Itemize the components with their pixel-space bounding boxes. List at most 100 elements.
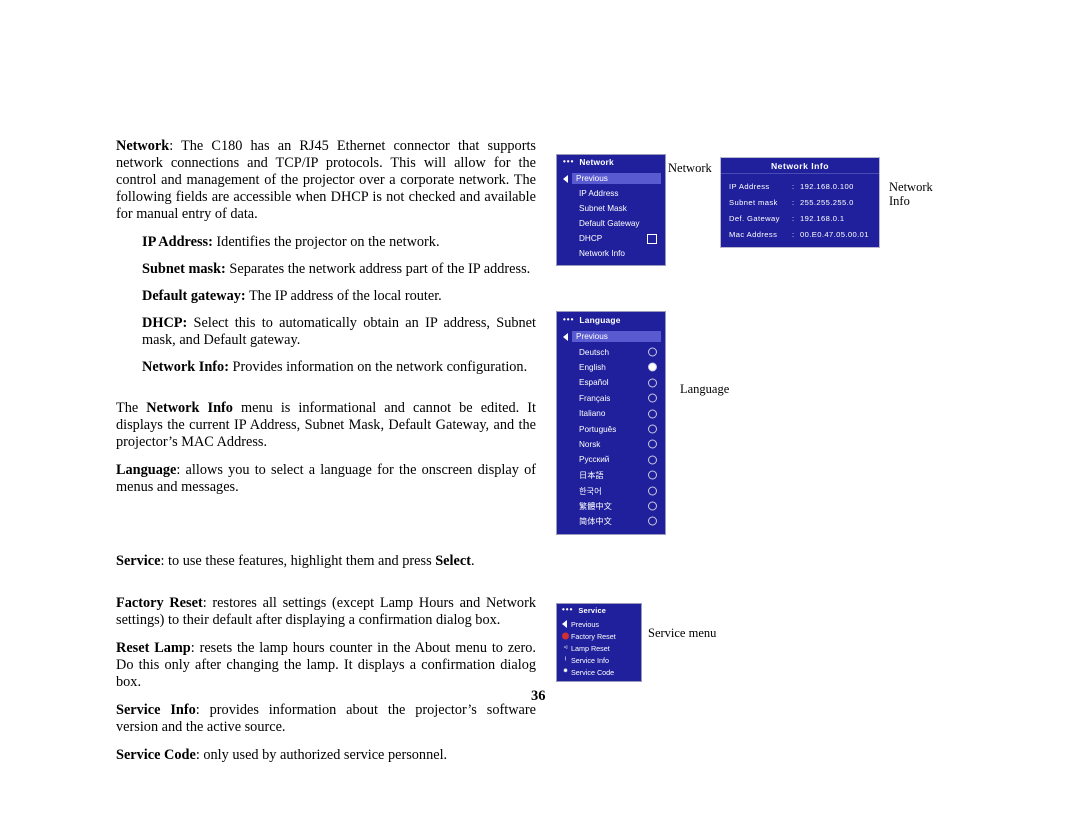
paragraph-ip-address-text: Identifies the projector on the network. [212,234,440,250]
paragraph-network-info-menu: The Network Info menu is informational a… [116,400,536,451]
term-network: Network [116,138,170,154]
language-option-russian-label: Русский [579,455,610,465]
language-option-espanol[interactable]: Español [557,375,665,390]
language-option-traditional-chinese[interactable]: 繁體中文 [557,498,665,513]
network-menu-item-previous[interactable]: Previous [572,173,661,184]
term-default-gateway: Default gateway: [142,288,246,304]
wrench-icon: ✹ [562,668,569,675]
network-menu-item-dhcp-label: DHCP [579,234,603,243]
paragraph-default-gateway: Default gateway: The IP address of the l… [142,288,536,305]
language-option-deutsch[interactable]: Deutsch [557,344,665,359]
language-option-korean[interactable]: 한국어 [557,483,665,498]
service-menu-item-factory-reset[interactable]: Factory Reset [557,630,641,642]
language-option-portugues[interactable]: Português [557,421,665,436]
dhcp-checkbox[interactable] [647,233,657,244]
language-option-norsk[interactable]: Norsk [557,437,665,452]
menu-dots-icon: ••• [563,314,575,324]
paragraph-network-info-text: Provides information on the network conf… [228,359,528,375]
language-option-francais[interactable]: Français [557,391,665,406]
language-menu-previous-row[interactable]: Previous [557,329,665,344]
language-option-italiano[interactable]: Italiano [557,406,665,421]
radio-icon[interactable] [648,424,657,434]
menu-dots-icon: ••• [562,605,574,614]
arrow-left-icon [563,174,568,183]
language-menu-item-previous[interactable]: Previous [572,331,661,343]
callout-network-info: Network Info [889,180,933,209]
term-subnet-mask: Subnet mask: [142,261,226,277]
radio-icon[interactable] [648,393,657,403]
network-menu-previous-row[interactable]: Previous [557,171,665,186]
language-option-traditional-chinese-label: 繁體中文 [579,501,612,511]
menu-dots-icon: ••• [563,157,575,166]
callout-service-menu: Service menu [648,626,717,640]
body-text-column: Network: The C180 has an RJ45 Ethernet c… [116,138,536,775]
network-info-row-mac-address: Mac Address : 00.E0.47.05.00.01 [721,226,879,242]
paragraph-network: Network: The C180 has an RJ45 Ethernet c… [116,138,536,223]
service-menu[interactable]: ••• Service Previous Factory Reset ⏿ Lam… [556,603,642,682]
service-menu-item-lamp-reset[interactable]: ⏿ Lamp Reset [557,642,641,654]
language-option-russian[interactable]: Русский [557,452,665,467]
language-menu-body: Previous Deutsch English Español Françai… [557,327,665,535]
network-menu-item-default-gateway-label: Default Gateway [579,219,640,228]
paragraph-ip-address: IP Address: Identifies the projector on … [142,234,536,251]
language-option-english[interactable]: English [557,360,665,375]
radio-selected-icon[interactable] [648,362,657,372]
page-number: 36 [531,688,546,704]
network-menu-item-dhcp[interactable]: DHCP [557,231,665,246]
service-menu-item-service-info[interactable]: i Service Info [557,654,641,666]
network-menu-item-default-gateway[interactable]: Default Gateway [557,216,665,231]
service-menu-item-previous[interactable]: Previous [571,620,599,629]
language-option-norsk-label: Norsk [579,439,601,449]
network-info-sep-3: : [792,229,795,239]
term-ip-address: IP Address: [142,234,213,250]
language-option-japanese[interactable]: 日本語 [557,468,665,483]
network-menu-item-network-info[interactable]: Network Info [557,246,665,261]
service-menu-previous-row[interactable]: Previous [557,618,641,630]
network-menu-item-ip-address-label: IP Address [579,189,619,198]
language-option-portugues-label: Português [579,424,617,434]
language-option-korean-label: 한국어 [579,486,602,496]
network-menu[interactable]: ••• Network Previous IP Address Subnet M… [556,154,666,266]
language-option-simplified-chinese[interactable]: 简体中文 [557,514,665,529]
radio-icon[interactable] [648,501,657,511]
network-menu-item-network-info-label: Network Info [579,249,625,258]
paragraph-service-text: : to use these features, highlight them … [160,553,436,569]
radio-icon[interactable] [648,470,657,480]
language-option-francais-label: Français [579,393,611,403]
network-info-sep-2: : [792,213,795,223]
language-option-english-label: English [579,362,606,372]
service-menu-title-bar: ••• Service [557,604,641,616]
arrow-left-icon [562,620,567,628]
radio-icon[interactable] [648,378,657,388]
callout-network-info-line2: Info [889,194,910,209]
network-info-value-subnet-mask: 255.255.255.0 [800,197,854,207]
service-menu-item-service-info-label: Service Info [571,655,609,665]
network-info-title: Network Info [770,160,830,171]
service-menu-item-service-code[interactable]: ✹ Service Code [557,666,641,678]
arrow-left-icon [563,332,568,341]
language-menu[interactable]: ••• Language Previous Deutsch English Es… [556,311,666,536]
network-menu-item-ip-address[interactable]: IP Address [557,186,665,201]
radio-icon[interactable] [648,516,657,526]
radio-icon[interactable] [648,439,657,449]
red-dot-icon [562,632,569,640]
paragraph-language: Language: allows you to select a languag… [116,462,536,496]
term-factory-reset: Factory Reset [116,595,203,611]
network-info-key-subnet-mask: Subnet mask [729,197,778,207]
network-menu-item-subnet-mask[interactable]: Subnet Mask [557,201,665,216]
term-dhcp: DHCP: [142,315,188,331]
paragraph-network-info: Network Info: Provides information on th… [142,359,536,376]
paragraph-subnet-mask: Subnet mask: Separates the network addre… [142,261,536,278]
paragraph-service-code: Service Code: only used by authorized se… [116,747,536,764]
language-option-espanol-label: Español [579,378,609,388]
callout-network-info-line1: Network [889,180,933,194]
term-service-code: Service Code [116,747,196,763]
radio-icon[interactable] [648,347,657,357]
radio-icon[interactable] [648,486,657,496]
radio-icon[interactable] [648,409,657,419]
paragraph-reset-lamp: Reset Lamp: resets the lamp hours counte… [116,640,536,691]
radio-icon[interactable] [648,455,657,465]
term-reset-lamp: Reset Lamp [116,640,191,656]
